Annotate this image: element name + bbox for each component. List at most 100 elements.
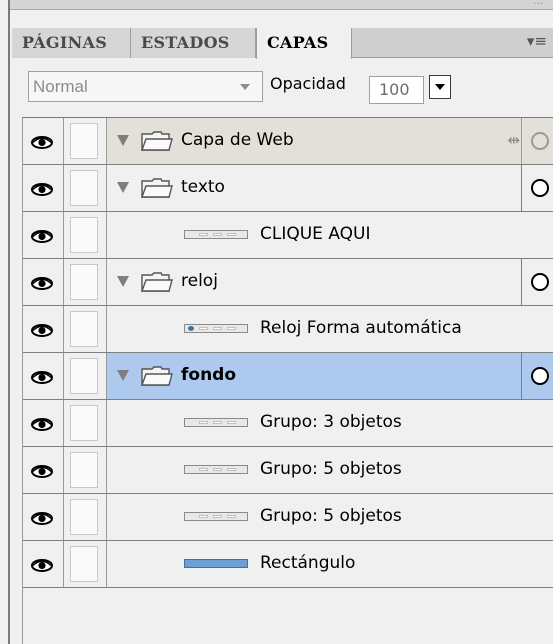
layer-object-row[interactable]: Rectángulo [23, 541, 553, 588]
layer-content[interactable]: Capa de Web ⇹ [107, 118, 553, 164]
thumb-segment [227, 233, 236, 236]
eye-icon [31, 228, 53, 243]
lock-toggle[interactable] [64, 494, 107, 540]
opacity-input[interactable]: 100 [369, 76, 424, 104]
layer-object-row[interactable]: Grupo: 3 objetos [23, 400, 553, 447]
lock-toggle[interactable] [64, 353, 107, 399]
layer-content[interactable]: reloj [107, 259, 553, 305]
rectangle-thumbnail-icon [184, 559, 248, 568]
visibility-toggle[interactable] [23, 400, 64, 446]
layer-folder-row[interactable]: texto [23, 165, 553, 212]
visibility-toggle[interactable] [23, 212, 64, 258]
layers-list: Capa de Web ⇹ texto CLIQUE AQUI reloj Reloj F… [22, 117, 553, 644]
target-circle-icon[interactable] [531, 273, 549, 291]
blend-mode-select[interactable]: Normal [28, 71, 263, 102]
layer-object-row[interactable]: Grupo: 5 objetos [23, 447, 553, 494]
object-name: Grupo: 5 objetos [260, 506, 402, 526]
expand-triangle-icon[interactable] [117, 276, 129, 287]
lock-toggle[interactable] [64, 259, 107, 305]
layer-content[interactable]: Grupo: 5 objetos [107, 447, 553, 493]
panel-options-icon[interactable]: ▾≡ [527, 32, 547, 50]
expand-triangle-icon[interactable] [117, 135, 129, 146]
lock-toggle[interactable] [64, 400, 107, 446]
eye-icon [31, 463, 53, 478]
layer-content[interactable]: Grupo: 5 objetos [107, 494, 553, 540]
layer-folder-row[interactable]: fondo [23, 353, 553, 400]
layer-name: fondo [181, 365, 237, 385]
visibility-toggle[interactable] [23, 306, 64, 352]
lock-box [70, 311, 98, 347]
object-thumbnail-icon [184, 512, 248, 521]
thumb-segment [227, 421, 236, 424]
thumb-segment [199, 421, 208, 424]
opacity-label: Opacidad [270, 74, 346, 93]
lock-toggle[interactable] [64, 447, 107, 493]
layer-content[interactable]: Reloj Forma automática [107, 306, 553, 352]
column-divider [521, 165, 522, 211]
eye-icon [31, 275, 53, 290]
lock-toggle[interactable] [64, 165, 107, 211]
visibility-toggle[interactable] [23, 541, 64, 587]
visibility-toggle[interactable] [23, 447, 64, 493]
lock-toggle[interactable] [64, 541, 107, 587]
layer-object-row[interactable]: Reloj Forma automática [23, 306, 553, 353]
tab-paginas[interactable]: PÁGINAS [12, 28, 131, 58]
layer-content[interactable]: texto [107, 165, 553, 211]
grip-dots-icon[interactable]: … [533, 0, 543, 7]
eye-icon [31, 557, 53, 572]
layer-folder-row[interactable]: Capa de Web ⇹ [23, 118, 553, 165]
layer-content[interactable]: CLIQUE AQUI [107, 212, 553, 258]
eye-icon [31, 181, 53, 196]
layer-name: Capa de Web [181, 130, 294, 150]
folder-icon [141, 177, 173, 199]
opacity-dropdown-button[interactable] [429, 75, 451, 99]
thumb-segment [227, 468, 236, 471]
visibility-toggle[interactable] [23, 353, 64, 399]
clock-dot-icon [188, 326, 194, 331]
eye-icon [31, 416, 53, 431]
visibility-toggle[interactable] [23, 165, 64, 211]
layer-folder-row[interactable]: reloj [23, 259, 553, 306]
object-name: Grupo: 3 objetos [260, 412, 402, 432]
layer-name: reloj [181, 271, 218, 291]
target-circle-icon[interactable] [531, 132, 549, 150]
target-circle-icon[interactable] [531, 367, 549, 385]
tab-estados[interactable]: ESTADOS [131, 28, 256, 58]
lock-box [70, 499, 98, 535]
panel-title-strip: … [10, 0, 553, 10]
lock-toggle[interactable] [64, 212, 107, 258]
lock-box [70, 217, 98, 253]
folder-icon [141, 271, 173, 293]
thumb-segment [199, 233, 208, 236]
lock-box [70, 405, 98, 441]
expand-triangle-icon[interactable] [117, 370, 129, 381]
panel-tabbar: PÁGINAS ESTADOS CAPAS ▾≡ [12, 28, 553, 59]
thumb-segment [199, 515, 208, 518]
folder-icon [141, 130, 173, 152]
thumb-segment [199, 327, 208, 330]
tab-capas[interactable]: CAPAS [256, 28, 352, 59]
layer-content[interactable]: Grupo: 3 objetos [107, 400, 553, 446]
column-divider [521, 353, 522, 399]
layer-object-row[interactable]: CLIQUE AQUI [23, 212, 553, 259]
visibility-toggle[interactable] [23, 259, 64, 305]
thumb-segment [213, 421, 222, 424]
visibility-toggle[interactable] [23, 118, 64, 164]
expand-triangle-icon[interactable] [117, 182, 129, 193]
layer-object-row[interactable]: Grupo: 5 objetos [23, 494, 553, 541]
layer-content[interactable]: fondo [107, 353, 553, 399]
object-name: Reloj Forma automática [260, 318, 462, 338]
lock-toggle[interactable] [64, 306, 107, 352]
eye-icon [31, 510, 53, 525]
visibility-toggle[interactable] [23, 494, 64, 540]
object-thumbnail-icon [184, 324, 248, 333]
lock-box [70, 452, 98, 488]
target-circle-icon[interactable] [531, 179, 549, 197]
chevron-down-icon [240, 84, 250, 90]
thumb-segment [227, 515, 236, 518]
move-handle-icon[interactable]: ⇹ [507, 131, 520, 149]
layer-name: texto [181, 177, 225, 197]
layer-content[interactable]: Rectángulo [107, 541, 553, 587]
lock-toggle[interactable] [64, 118, 107, 164]
lock-box [70, 546, 98, 582]
